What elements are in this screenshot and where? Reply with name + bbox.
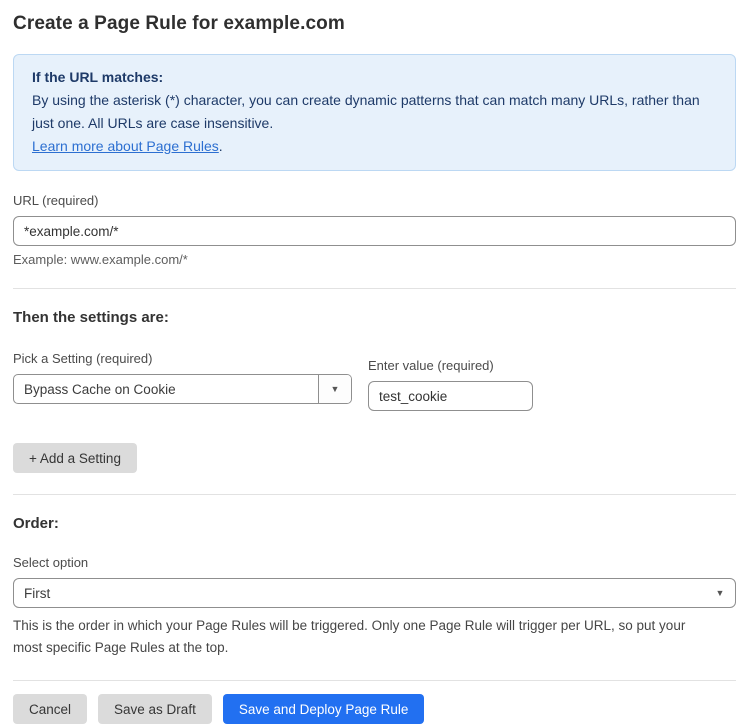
setting-select[interactable]: Bypass Cache on Cookie ▼ xyxy=(13,374,352,404)
settings-row: Pick a Setting (required) Bypass Cache o… xyxy=(13,351,736,411)
settings-section-heading: Then the settings are: xyxy=(13,309,736,326)
divider-before-footer xyxy=(13,680,736,681)
setting-select-arrow-segment[interactable]: ▼ xyxy=(318,375,351,403)
chevron-down-icon: ▼ xyxy=(331,385,340,394)
setting-value-input[interactable] xyxy=(368,381,533,411)
info-box-body: By using the asterisk (*) character, you… xyxy=(32,89,717,135)
order-select[interactable]: First ▼ xyxy=(13,578,736,608)
chevron-down-icon: ▼ xyxy=(716,589,725,598)
order-section-heading: Order: xyxy=(13,515,736,532)
url-field-label: URL (required) xyxy=(13,193,736,208)
divider-after-url xyxy=(13,288,736,289)
setting-select-value: Bypass Cache on Cookie xyxy=(14,382,318,397)
info-box-link-line: Learn more about Page Rules. xyxy=(32,135,717,158)
url-input[interactable] xyxy=(13,216,736,246)
cancel-button[interactable]: Cancel xyxy=(13,694,87,724)
footer-actions: Cancel Save as Draft Save and Deploy Pag… xyxy=(13,694,736,724)
save-as-draft-button[interactable]: Save as Draft xyxy=(98,694,212,724)
link-period: . xyxy=(219,138,223,154)
divider-after-settings xyxy=(13,494,736,495)
setting-picker-column: Pick a Setting (required) Bypass Cache o… xyxy=(13,351,368,411)
setting-picker-label: Pick a Setting (required) xyxy=(13,351,368,366)
url-match-info-box: If the URL matches: By using the asteris… xyxy=(13,54,736,171)
page-title: Create a Page Rule for example.com xyxy=(13,13,736,35)
add-setting-button[interactable]: + Add a Setting xyxy=(13,443,137,473)
save-and-deploy-button[interactable]: Save and Deploy Page Rule xyxy=(223,694,425,724)
setting-value-column: Enter value (required) xyxy=(368,358,533,411)
setting-value-label: Enter value (required) xyxy=(368,358,533,373)
info-box-heading: If the URL matches: xyxy=(32,66,717,89)
order-help-text: This is the order in which your Page Rul… xyxy=(13,615,713,659)
order-select-label: Select option xyxy=(13,555,736,570)
url-example-text: Example: www.example.com/* xyxy=(13,252,736,267)
order-select-arrow: ▼ xyxy=(705,589,735,598)
learn-more-link[interactable]: Learn more about Page Rules xyxy=(32,138,219,154)
order-select-value: First xyxy=(14,586,705,601)
